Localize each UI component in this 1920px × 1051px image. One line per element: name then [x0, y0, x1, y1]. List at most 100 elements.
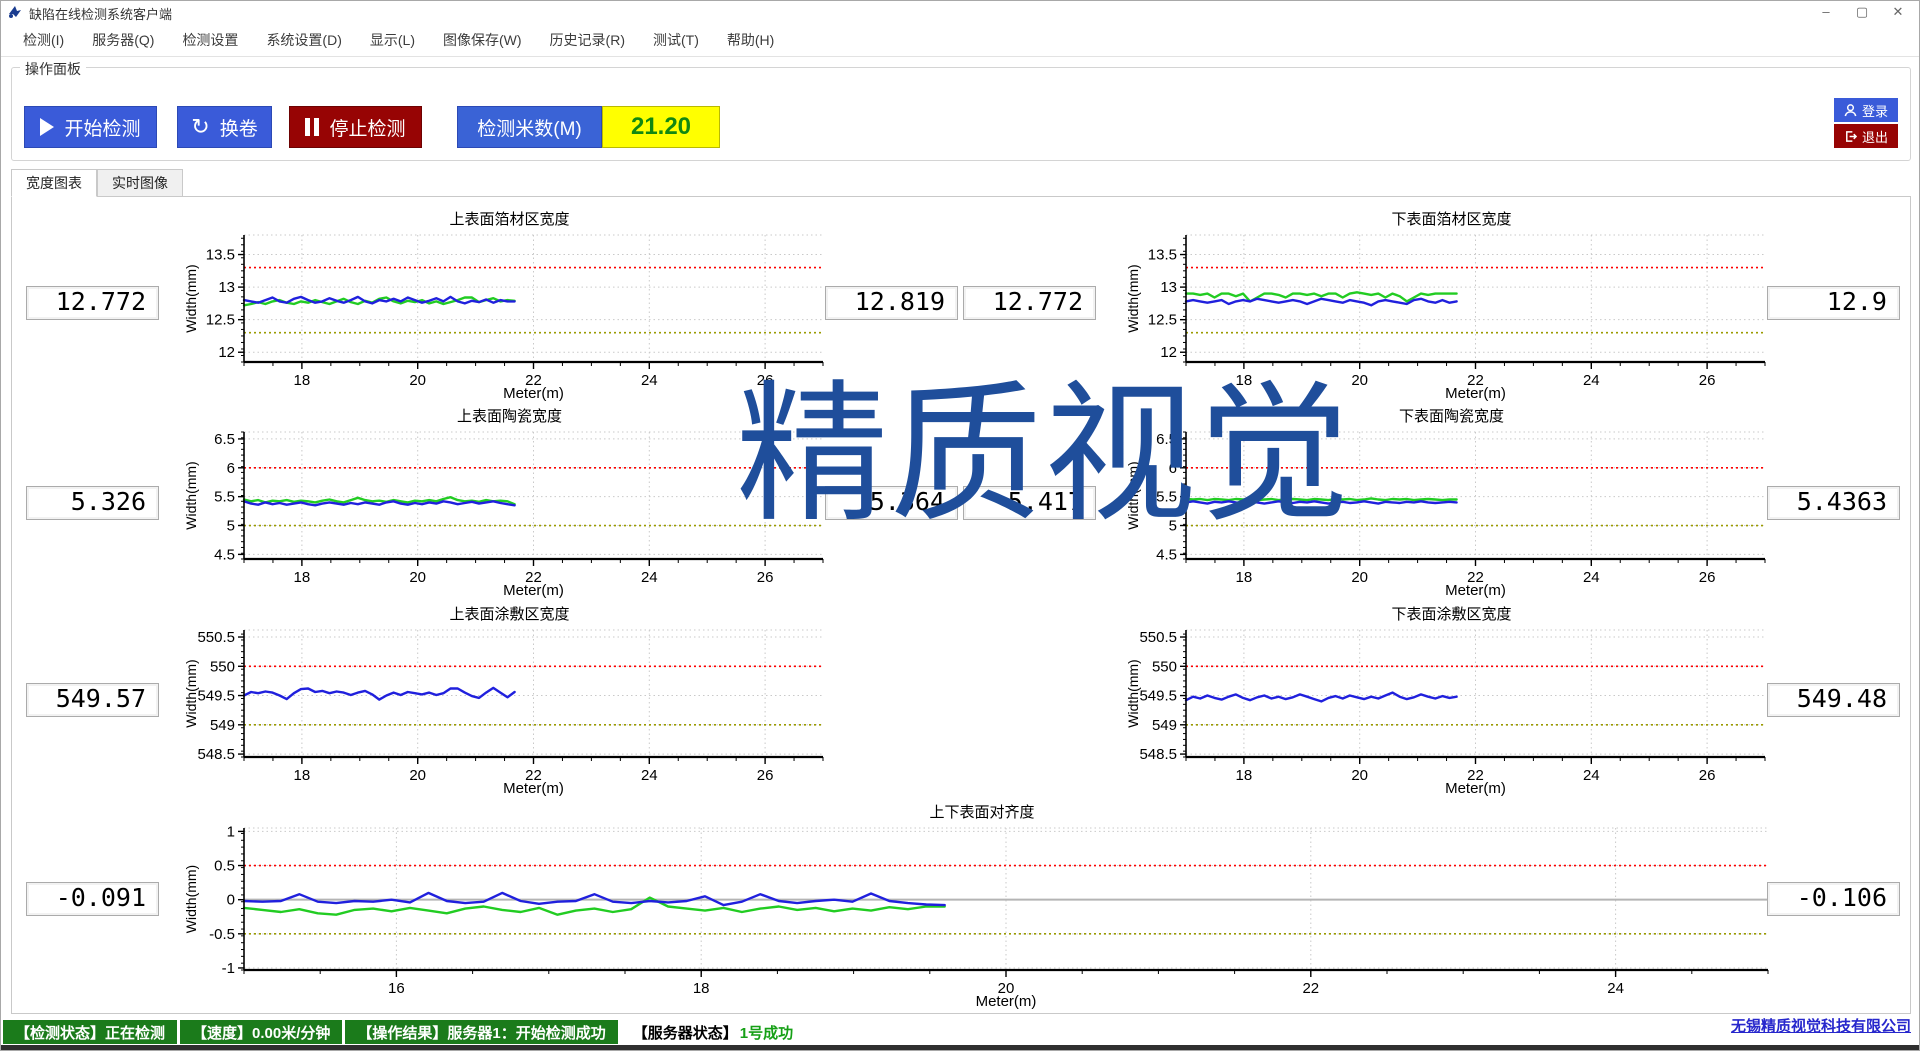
- status-detection-state: 【检测状态】正在检测: [3, 1020, 177, 1044]
- tab-realtime-image[interactable]: 实时图像: [97, 169, 183, 197]
- lcd-display: 12.9: [1767, 286, 1900, 320]
- chart-title: 下表面涂敷区宽度: [1124, 600, 1779, 622]
- svg-text:549: 549: [210, 717, 235, 734]
- chart-upper-coating-width: 上表面涂敷区宽度548.5549549.5550550.51820222426M…: [182, 600, 837, 797]
- svg-text:Meter(m): Meter(m): [503, 780, 564, 797]
- title-bar: 缺陷在线检测系统客户端 – ▢ ✕: [1, 1, 1919, 23]
- status-speed: 【速度】0.00米/分钟: [180, 1020, 342, 1044]
- change-roll-button[interactable]: ↻ 换卷: [177, 106, 272, 148]
- refresh-icon: ↻: [191, 117, 209, 137]
- svg-text:548.5: 548.5: [197, 746, 235, 763]
- svg-text:550.5: 550.5: [1139, 629, 1177, 646]
- svg-text:26: 26: [757, 569, 774, 586]
- menu-history[interactable]: 历史记录(R): [536, 26, 639, 54]
- svg-text:548.5: 548.5: [1139, 746, 1177, 763]
- svg-text:Width(mm): Width(mm): [1125, 264, 1141, 332]
- svg-text:4.5: 4.5: [214, 546, 235, 563]
- svg-text:Meter(m): Meter(m): [503, 582, 564, 599]
- status-server-state: 【服务器状态】 1号成功: [621, 1022, 805, 1043]
- svg-text:20: 20: [1351, 767, 1368, 784]
- chart-upper-foil-width: 上表面箔材区宽度1212.51313.51820222426Meter(m)Wi…: [182, 205, 837, 402]
- svg-text:549: 549: [1152, 717, 1177, 734]
- operation-panel-label: 操作面板: [20, 59, 86, 79]
- stop-detection-button[interactable]: 停止检测: [289, 106, 422, 148]
- menu-system-settings[interactable]: 系统设置(D): [252, 26, 355, 54]
- svg-text:24: 24: [1607, 980, 1624, 997]
- tab-width-charts[interactable]: 宽度图表: [11, 169, 97, 197]
- svg-text:Width(mm): Width(mm): [183, 461, 199, 529]
- svg-text:-1: -1: [222, 960, 235, 977]
- svg-text:18: 18: [294, 767, 311, 784]
- svg-text:13.5: 13.5: [206, 247, 235, 264]
- svg-text:Meter(m): Meter(m): [503, 385, 564, 402]
- svg-text:550.5: 550.5: [197, 629, 235, 646]
- lcd-display: 5.364: [825, 486, 958, 520]
- svg-text:Meter(m): Meter(m): [1445, 780, 1506, 797]
- svg-text:24: 24: [1583, 372, 1600, 389]
- menu-display[interactable]: 显示(L): [356, 26, 429, 54]
- svg-text:6: 6: [227, 460, 235, 477]
- login-label: 登录: [1862, 101, 1888, 120]
- chart-lower-coating-width: 下表面涂敷区宽度548.5549549.5550550.51820222426M…: [1124, 600, 1779, 797]
- close-icon[interactable]: ✕: [1881, 1, 1915, 23]
- svg-text:18: 18: [294, 569, 311, 586]
- svg-text:12.5: 12.5: [206, 312, 235, 329]
- tab-strip: 宽度图表 实时图像: [11, 169, 183, 197]
- svg-text:26: 26: [1699, 767, 1716, 784]
- svg-text:24: 24: [1583, 569, 1600, 586]
- svg-text:4.5: 4.5: [1156, 546, 1177, 563]
- chart-title: 上表面涂敷区宽度: [182, 600, 837, 622]
- svg-text:18: 18: [294, 372, 311, 389]
- svg-text:20: 20: [1351, 569, 1368, 586]
- status-bar: 【检测状态】正在检测 【速度】0.00米/分钟 【操作结果】服务器1：开始检测成…: [1, 1019, 1919, 1045]
- maximize-icon[interactable]: ▢: [1845, 1, 1879, 23]
- menu-image-save[interactable]: 图像保存(W): [429, 26, 536, 54]
- lcd-display: 12.772: [26, 286, 159, 320]
- svg-text:Width(mm): Width(mm): [183, 659, 199, 727]
- svg-text:549.5: 549.5: [197, 688, 235, 705]
- chart-upper-ceramic-width: 上表面陶瓷宽度4.555.566.51820222426Meter(m)Widt…: [182, 402, 837, 599]
- chart-title: 上表面陶瓷宽度: [182, 402, 837, 424]
- company-link[interactable]: 无锡精质视觉科技有限公司: [1731, 1015, 1911, 1036]
- lcd-display: 5.4363: [1767, 486, 1900, 520]
- lcd-display: 12.772: [963, 286, 1096, 320]
- svg-text:22: 22: [1302, 980, 1319, 997]
- svg-text:Meter(m): Meter(m): [976, 993, 1037, 1010]
- svg-text:5: 5: [1169, 518, 1177, 535]
- menu-help[interactable]: 帮助(H): [713, 26, 788, 54]
- chart-plot: 1212.51313.51820222426Meter(m)Width(mm): [182, 227, 837, 402]
- chart-lower-foil-width: 下表面箔材区宽度1212.51313.51820222426Meter(m)Wi…: [1124, 205, 1779, 402]
- svg-text:Meter(m): Meter(m): [1445, 385, 1506, 402]
- lcd-display: 549.48: [1767, 683, 1900, 717]
- chart-plot: 548.5549549.5550550.51820222426Meter(m)W…: [1124, 622, 1779, 797]
- svg-text:24: 24: [641, 569, 658, 586]
- svg-text:5.5: 5.5: [1156, 489, 1177, 506]
- minimize-icon[interactable]: –: [1809, 1, 1843, 23]
- start-detection-button[interactable]: 开始检测: [24, 106, 157, 148]
- logout-button[interactable]: 退出: [1834, 124, 1898, 148]
- svg-text:20: 20: [1351, 372, 1368, 389]
- svg-text:0.5: 0.5: [214, 858, 235, 875]
- lcd-display: 12.819: [825, 286, 958, 320]
- svg-text:0: 0: [227, 892, 235, 909]
- operation-panel: 操作面板 开始检测 ↻ 换卷 停止检测 检测米数(M) 21.20 登录: [11, 67, 1911, 161]
- svg-text:6: 6: [1169, 460, 1177, 477]
- chart-plot: 548.5549549.5550550.51820222426Meter(m)W…: [182, 622, 837, 797]
- menu-server[interactable]: 服务器(Q): [78, 26, 168, 54]
- exit-icon: [1844, 130, 1857, 143]
- svg-text:6.5: 6.5: [214, 431, 235, 448]
- svg-text:18: 18: [1236, 372, 1253, 389]
- window-bottom-edge: [1, 1045, 1919, 1050]
- svg-text:20: 20: [409, 372, 426, 389]
- user-icon: [1844, 104, 1857, 117]
- menu-detect[interactable]: 检测(I): [9, 26, 78, 54]
- svg-text:18: 18: [1236, 767, 1253, 784]
- app-window: 缺陷在线检测系统客户端 – ▢ ✕ 检测(I) 服务器(Q) 检测设置 系统设置…: [0, 0, 1920, 1051]
- menu-test[interactable]: 测试(T): [639, 26, 713, 54]
- login-button[interactable]: 登录: [1834, 98, 1898, 122]
- svg-text:26: 26: [757, 372, 774, 389]
- lcd-display: -0.091: [26, 882, 159, 916]
- stop-detection-label: 停止检测: [329, 114, 405, 141]
- menu-detect-settings[interactable]: 检测设置: [168, 26, 252, 54]
- svg-text:26: 26: [1699, 372, 1716, 389]
